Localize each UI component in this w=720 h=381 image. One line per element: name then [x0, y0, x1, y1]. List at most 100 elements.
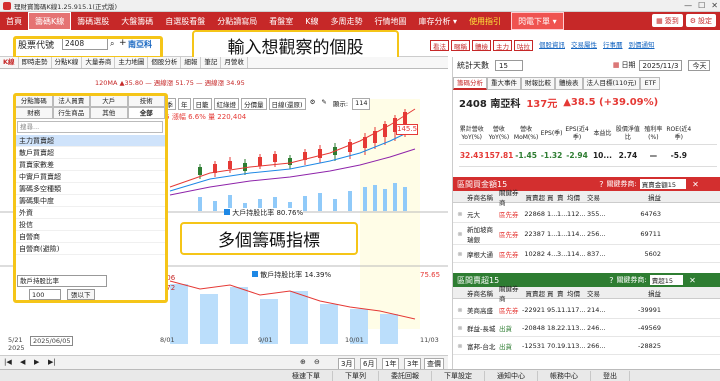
col-broker[interactable]: 券商名稱: [467, 192, 499, 202]
col-key[interactable]: 關鍵券商: [499, 187, 521, 207]
col-buy[interactable]: 買: [547, 288, 557, 298]
menu-item-board-room[interactable]: 看盤室: [263, 12, 299, 30]
menu-item-multi-trend[interactable]: 多周走勢: [325, 12, 369, 30]
day-cage-button[interactable]: 日籠: [192, 98, 212, 110]
trade-attr-link[interactable]: 交易屬性: [571, 40, 597, 51]
nav-last-icon[interactable]: ▶|: [48, 358, 56, 366]
row-close-icon[interactable]: ⊗: [453, 306, 467, 314]
table-row[interactable]: ⊗ 富邦-台北 出貨 -12531 70... 19... 113... 266…: [453, 337, 720, 355]
menu-item-chip-select[interactable]: 籌碼選股: [71, 12, 115, 30]
table-row[interactable]: ⊗ 新加坡商瑞銀 區先券 22387 1... 1... 114... 256.…: [453, 223, 720, 245]
fast-order-button[interactable]: 極速下單: [280, 370, 333, 381]
col-sell[interactable]: 賣: [557, 192, 567, 202]
order-settings-button[interactable]: 下單設定: [432, 370, 485, 381]
tab-branch-k[interactable]: 分點K線: [52, 57, 83, 68]
chart-settings-icon[interactable]: ⚙: [307, 98, 318, 110]
date-input[interactable]: 2025/11/3: [638, 59, 683, 71]
col-trade[interactable]: 交易: [587, 288, 627, 298]
row-close-icon[interactable]: ⊗: [453, 342, 467, 350]
sell-panel-type-select[interactable]: 賣超15: [649, 275, 684, 285]
menu-item-guide[interactable]: 使用指引: [463, 12, 507, 30]
col-trade[interactable]: 交易: [587, 192, 627, 202]
account-center-button[interactable]: 帳務中心: [538, 370, 591, 381]
tab-financial-compare[interactable]: 財報比較: [521, 76, 555, 90]
row-close-icon[interactable]: ⊗: [453, 250, 467, 258]
table-row[interactable]: ⊗ 元大 區先券 22868 1... 1... 112... 355... 6…: [453, 205, 720, 223]
zoom-in-icon[interactable]: ⊕: [300, 358, 306, 366]
close-icon[interactable]: ✕: [692, 180, 699, 189]
row-close-icon[interactable]: ⊗: [453, 230, 467, 238]
col-key[interactable]: 關鍵券商: [499, 283, 521, 303]
tab-inst-target[interactable]: 法人目標(110元): [582, 76, 641, 90]
table-row[interactable]: ⊗ 美商高盛 區先券 -22921 95... 11... 117... 214…: [453, 301, 720, 319]
tab-major-events[interactable]: 重大事件: [487, 76, 521, 90]
gula-button[interactable]: 咕拉: [514, 40, 533, 51]
display-count-input[interactable]: 114: [352, 98, 371, 110]
nav-next-icon[interactable]: ▶: [34, 358, 39, 366]
tab-notes[interactable]: 筆記: [201, 57, 222, 68]
help-icon[interactable]: ?: [599, 180, 603, 189]
flash-order-button[interactable]: 閃電下單 ▾: [511, 12, 564, 30]
close-icon[interactable]: ✕: [689, 276, 696, 285]
menu-item-market-chip[interactable]: 大盤籌碼: [115, 12, 159, 30]
nickname-button[interactable]: 暱稱: [451, 40, 470, 51]
menu-item-inventory[interactable]: 庫存分析 ▾: [413, 12, 464, 30]
menu-item-market-map[interactable]: 行情地圖: [369, 12, 413, 30]
calendar-link[interactable]: 行事曆: [603, 40, 623, 51]
table-row[interactable]: ⊗ 群益-長城 出貨 -20848 18... 22... 113... 246…: [453, 319, 720, 337]
tab-monthly-rev[interactable]: 月營收: [221, 57, 248, 68]
today-button[interactable]: 今天: [688, 59, 711, 71]
settings-button[interactable]: ⚙ 設定: [685, 14, 716, 27]
tab-checkup[interactable]: 體檢表: [555, 76, 583, 90]
view-button[interactable]: 看法: [430, 40, 449, 51]
checkup-button[interactable]: 體檢: [472, 40, 491, 51]
table-row[interactable]: ⊗ 摩根大通 區先券 10282 4... 3... 114... 837...…: [453, 245, 720, 263]
nav-first-icon[interactable]: |◀: [4, 358, 12, 366]
menu-item-chip-k[interactable]: 籌碼K線: [28, 12, 72, 30]
maximize-icon[interactable]: ☐: [698, 1, 705, 10]
stock-info-link[interactable]: 個股資訊: [539, 40, 565, 51]
menu-item-watchlist[interactable]: 自選股看盤: [159, 12, 211, 30]
main-force-button[interactable]: 主力: [493, 40, 512, 51]
volume-profile-button[interactable]: 分價量: [241, 98, 267, 110]
menu-item-home[interactable]: 首頁: [0, 12, 28, 30]
col-net[interactable]: 買賣超: [521, 192, 547, 202]
col-pnl[interactable]: 損益: [627, 288, 661, 298]
period-year-button[interactable]: 年: [178, 98, 191, 110]
minimize-icon[interactable]: —: [684, 1, 692, 10]
help-icon[interactable]: ?: [609, 276, 613, 285]
col-net[interactable]: 買賣超: [521, 288, 547, 298]
tab-k-line[interactable]: K線: [0, 57, 19, 68]
notification-center-button[interactable]: 通知中心: [485, 370, 538, 381]
col-pnl[interactable]: 損益: [627, 192, 661, 202]
tab-chip-analysis[interactable]: 籌碼分析: [453, 76, 487, 90]
col-buy[interactable]: 買: [547, 192, 557, 202]
nav-prev-icon[interactable]: ◀: [20, 358, 25, 366]
signin-button[interactable]: ▦ 簽到: [652, 14, 683, 27]
row-close-icon[interactable]: ⊗: [453, 324, 467, 332]
menu-item-branch[interactable]: 分點讀寫局: [211, 12, 263, 30]
tab-etf[interactable]: ETF: [640, 76, 661, 90]
buy-panel-type-select[interactable]: 買賣金額15: [639, 179, 687, 189]
traffic-light-button[interactable]: 紅綠燈: [213, 98, 239, 110]
row-close-icon[interactable]: ⊗: [453, 210, 467, 218]
col-avg[interactable]: 均價: [567, 288, 587, 298]
tab-big-broker[interactable]: 大量券商: [82, 57, 116, 68]
stat-days-select[interactable]: 15: [495, 59, 523, 71]
price-alert-link[interactable]: 到價通知: [629, 40, 655, 51]
tab-main-map[interactable]: 主力地圖: [115, 57, 149, 68]
order-report-button[interactable]: 委託回報: [379, 370, 432, 381]
zoom-out-icon[interactable]: ⊖: [314, 358, 320, 366]
tab-intraday[interactable]: 即時走勢: [19, 57, 52, 68]
logout-button[interactable]: 登出: [591, 370, 630, 381]
adjusted-daily-select[interactable]: 日線(還原): [268, 98, 306, 110]
tab-stock-analysis[interactable]: 個股分析: [148, 57, 182, 68]
menu-item-k-line[interactable]: K線: [299, 12, 324, 30]
tab-report[interactable]: 細報: [181, 57, 202, 68]
calendar-icon[interactable]: ▦: [613, 61, 620, 69]
draw-pen-icon[interactable]: ✎: [319, 98, 329, 110]
col-sell[interactable]: 賣: [557, 288, 567, 298]
col-broker[interactable]: 券商名稱: [467, 288, 499, 298]
order-bar-button[interactable]: 下單列: [333, 370, 379, 381]
close-icon[interactable]: ✕: [711, 1, 718, 10]
